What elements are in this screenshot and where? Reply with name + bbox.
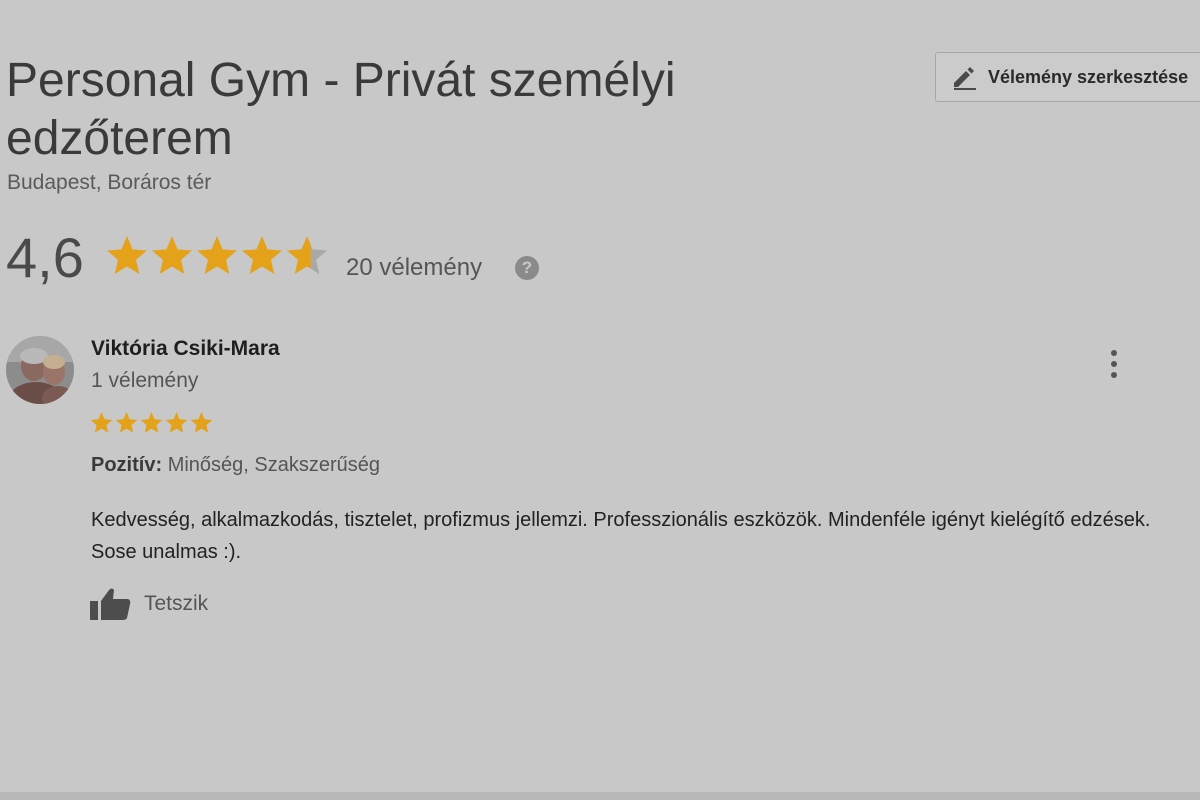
star-icon — [107, 236, 147, 274]
star-icon — [165, 412, 188, 433]
review-count-link[interactable]: 20 vélemény — [346, 254, 482, 282]
star-icon — [90, 412, 113, 433]
pencil-icon — [950, 63, 978, 91]
rating-stars — [107, 236, 327, 274]
edit-review-button[interactable]: Vélemény szerkesztése — [935, 52, 1200, 102]
like-button[interactable]: Tetszik — [90, 584, 208, 624]
star-icon — [152, 236, 192, 274]
place-address: Budapest, Boráros tér — [7, 171, 212, 194]
like-label: Tetszik — [144, 592, 209, 615]
review-text: Kedvesség, alkalmazkodás, tisztelet, pro… — [91, 509, 1151, 563]
rating-value: 4,6 — [6, 226, 84, 289]
thumbs-up-icon — [90, 588, 131, 620]
review-stars — [90, 412, 213, 433]
help-icon[interactable]: ? — [515, 256, 539, 280]
star-icon — [197, 236, 237, 274]
review-positive-aspects: Pozitív: Minőség, Szakszerűség — [91, 454, 380, 477]
star-icon — [115, 412, 138, 433]
positive-label: Pozitív: — [91, 454, 163, 476]
star-icon — [140, 412, 163, 433]
star-icon — [242, 236, 282, 274]
star-icon — [287, 236, 327, 274]
bottom-bar — [0, 792, 1200, 800]
place-title: Personal Gym - Privát személyi edzőterem — [6, 54, 676, 165]
reviewer-name[interactable]: Viktória Csiki-Mara — [91, 337, 280, 361]
more-vert-icon — [1111, 350, 1117, 378]
avatar[interactable] — [6, 336, 74, 404]
star-icon — [190, 412, 213, 433]
more-options-button[interactable] — [1100, 348, 1128, 380]
reviewer-review-count: 1 vélemény — [91, 369, 199, 392]
positive-values: Minőség, Szakszerűség — [167, 454, 381, 476]
edit-review-label: Vélemény szerkesztése — [988, 66, 1189, 87]
